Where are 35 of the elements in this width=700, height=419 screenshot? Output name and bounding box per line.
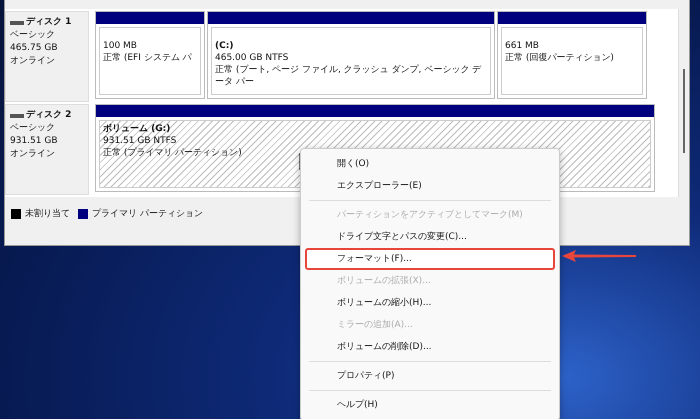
- partition-block[interactable]: (C:) 465.00 GB NTFS 正常 (ブート, ページ ファイル, クラッシュ ダンプ, ベーシック データ パー: [207, 11, 495, 99]
- disk-size: 465.75 GB: [10, 42, 59, 55]
- drive-icon: [10, 20, 24, 26]
- drive-icon: [10, 112, 24, 118]
- menu-item[interactable]: ドライブ文字とパスの変更(C)...: [305, 226, 555, 248]
- legend-label: プライマリ パーティション: [92, 207, 203, 220]
- partition-size: 465.00 GB NTFS: [215, 52, 290, 64]
- partition-label: (C:): [215, 40, 234, 52]
- arrow-icon: [562, 250, 636, 262]
- disk-size: 931.51 GB: [10, 135, 59, 148]
- partition-block[interactable]: 100 MB 正常 (EFI システム パ: [95, 11, 205, 99]
- partition-status: 正常 (EFI システム パ: [103, 52, 193, 64]
- partition-status: 正常 (プライマリ パーティション): [103, 147, 243, 159]
- disk-name: ディスク 2: [26, 109, 72, 122]
- menu-item[interactable]: ボリュームの削除(D)...: [305, 336, 555, 358]
- menu-item[interactable]: ヘルプ(H): [305, 394, 555, 416]
- menu-item[interactable]: フォーマット(F)...: [305, 248, 555, 270]
- scrollbar[interactable]: [683, 69, 685, 153]
- menu-item[interactable]: 開く(O): [305, 153, 555, 175]
- legend-label: 未割り当て: [25, 208, 70, 220]
- disk-status: オンライン: [10, 148, 56, 161]
- partition-size: 100 MB: [103, 40, 138, 52]
- partition-block[interactable]: 661 MB 正常 (回復パーティション): [497, 11, 647, 99]
- partition-label: ボリューム (G:): [103, 123, 172, 135]
- partition-status: 正常 (ブート, ページ ファイル, クラッシュ ダンプ, ベーシック データ パー: [215, 64, 482, 88]
- disk-name: ディスク 1: [26, 16, 72, 29]
- disk-status: オンライン: [10, 55, 56, 68]
- disk-type: ベーシック: [10, 29, 56, 42]
- partition-status: 正常 (回復パーティション): [505, 52, 615, 64]
- partition-size: 661 MB: [505, 40, 540, 52]
- menu-item[interactable]: ボリュームの縮小(H)...: [305, 292, 555, 314]
- disk-type: ベーシック: [10, 122, 56, 135]
- menu-item[interactable]: プロパティ(P): [305, 365, 555, 387]
- menu-item[interactable]: エクスプローラー(E): [305, 175, 555, 197]
- partition-size: 931.51 GB NTFS: [103, 135, 178, 147]
